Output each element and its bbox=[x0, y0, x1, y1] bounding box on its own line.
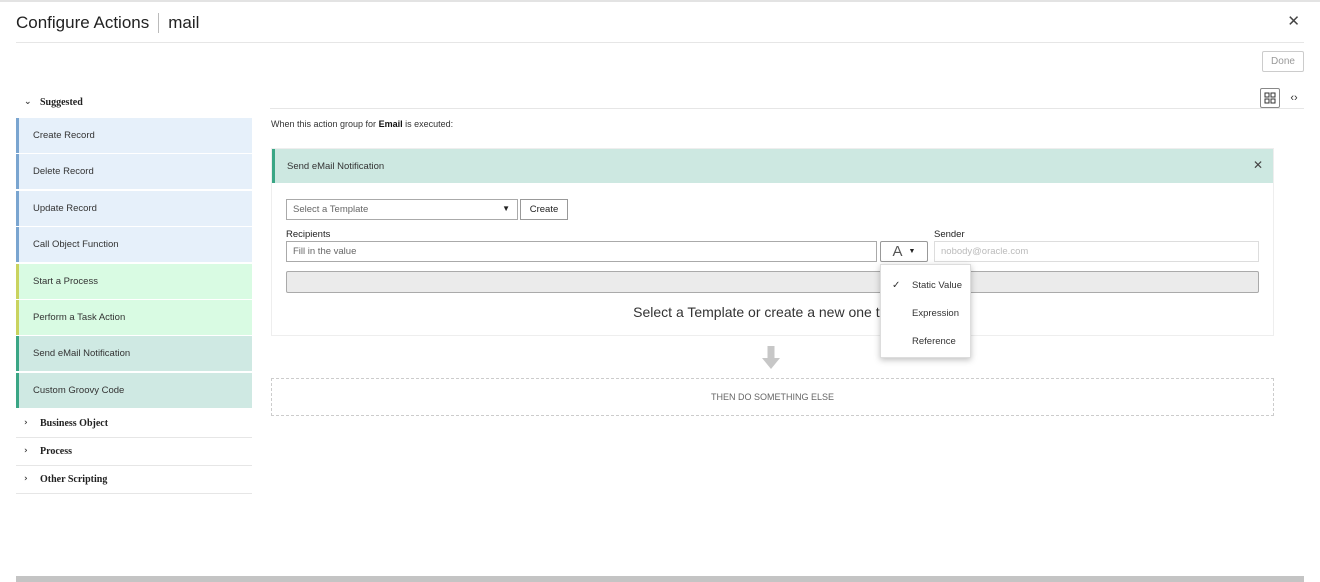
page-subtitle: mail bbox=[168, 13, 200, 32]
when-group-name: Email bbox=[378, 119, 403, 129]
template-select[interactable]: Select a Template ▼ bbox=[286, 199, 518, 220]
suggested-list: Create Record Delete Record Update Recor… bbox=[16, 118, 252, 408]
sidebar-item-send-email-notification[interactable]: Send eMail Notification bbox=[16, 336, 252, 372]
then-label: THEN DO SOMETHING ELSE bbox=[710, 392, 835, 402]
section-suggested[interactable]: ⌄ Suggested bbox=[16, 88, 252, 116]
title-separator bbox=[158, 13, 160, 33]
section-process[interactable]: › Process bbox=[16, 438, 252, 466]
code-icon[interactable]: ‹› bbox=[1286, 88, 1302, 108]
dropdown-option-label: Expression bbox=[912, 307, 959, 319]
sender-label: Sender bbox=[934, 229, 965, 240]
section-label: Suggested bbox=[40, 96, 83, 108]
sender-input[interactable]: nobody@oracle.com bbox=[934, 241, 1259, 262]
grid-view-icon[interactable] bbox=[1260, 88, 1280, 108]
arrow-down-icon bbox=[762, 346, 780, 369]
sidebar-item-label: Perform a Task Action bbox=[33, 311, 126, 323]
template-select-value: Select a Template bbox=[293, 204, 369, 215]
sidebar-item-update-record[interactable]: Update Record bbox=[16, 190, 252, 226]
grid-view-glyph bbox=[1264, 92, 1276, 104]
value-type-button[interactable]: A ▼ bbox=[880, 241, 928, 262]
sidebar-item-label: Custom Groovy Code bbox=[33, 384, 125, 396]
close-icon[interactable]: ✕ bbox=[1287, 12, 1300, 30]
caret-down-icon: ▼ bbox=[908, 248, 916, 255]
action-card-send-email: Send eMail Notification ✕ Select a Templ… bbox=[271, 148, 1274, 336]
sidebar-item-label: Update Record bbox=[33, 202, 97, 214]
then-do-something-else-dropzone[interactable]: THEN DO SOMETHING ELSE bbox=[271, 378, 1274, 416]
sidebar-item-start-process[interactable]: Start a Process bbox=[16, 263, 252, 299]
sidebar-item-label: Send eMail Notification bbox=[33, 348, 131, 360]
dropdown-option-static-value[interactable]: ✓ Static Value bbox=[881, 271, 970, 299]
sidebar-item-label: Delete Record bbox=[33, 166, 94, 178]
dropdown-option-label: Static Value bbox=[912, 279, 962, 291]
section-label: Business Object bbox=[40, 417, 109, 429]
main-divider bbox=[270, 108, 1304, 109]
actions-sidebar: ⌄ Suggested Create Record Delete Record … bbox=[16, 88, 252, 494]
template-hint-message: Select a Template or create a new one to… bbox=[633, 304, 914, 320]
top-border bbox=[0, 0, 1320, 2]
action-card-header[interactable]: Send eMail Notification ✕ bbox=[272, 149, 1273, 183]
close-icon[interactable]: ✕ bbox=[1253, 158, 1263, 172]
header-divider bbox=[16, 42, 1304, 43]
sender-placeholder: nobody@oracle.com bbox=[941, 246, 1029, 257]
recipients-label: Recipients bbox=[286, 229, 331, 240]
page-title: Configure Actions bbox=[16, 13, 150, 32]
sidebar-item-call-object-function[interactable]: Call Object Function bbox=[16, 227, 252, 263]
horizontal-scrollbar[interactable] bbox=[16, 576, 1304, 582]
sidebar-item-label: Create Record bbox=[33, 130, 95, 141]
sidebar-item-label: Call Object Function bbox=[33, 239, 119, 251]
text-type-icon: A bbox=[892, 243, 903, 260]
value-type-dropdown: ✓ Static Value Expression Reference bbox=[880, 264, 971, 358]
done-button[interactable]: Done bbox=[1262, 51, 1304, 72]
when-suffix: is executed: bbox=[402, 119, 454, 129]
caret-down-icon: ▼ bbox=[502, 204, 510, 213]
page-header: Configure Actions mail bbox=[16, 10, 199, 36]
chevron-down-icon: ⌄ bbox=[24, 97, 32, 107]
when-prefix: When this action group for bbox=[271, 119, 379, 129]
sidebar-item-custom-groovy-code[interactable]: Custom Groovy Code bbox=[16, 372, 252, 408]
dropdown-option-reference[interactable]: Reference bbox=[881, 327, 970, 355]
section-label: Process bbox=[40, 445, 73, 457]
action-group-description: When this action group for Email is exec… bbox=[271, 119, 453, 129]
dropdown-option-expression[interactable]: Expression bbox=[881, 299, 970, 327]
action-card-title: Send eMail Notification bbox=[287, 160, 385, 172]
create-template-button[interactable]: Create bbox=[520, 199, 568, 220]
recipients-input[interactable]: Fill in the value bbox=[286, 241, 877, 262]
check-icon: ✓ bbox=[892, 279, 901, 291]
sidebar-item-create-record[interactable]: Create Record bbox=[16, 118, 252, 153]
sidebar-item-perform-task-action[interactable]: Perform a Task Action bbox=[16, 299, 252, 335]
section-label: Other Scripting bbox=[40, 473, 108, 485]
chevron-right-icon: › bbox=[24, 474, 28, 485]
sidebar-item-delete-record[interactable]: Delete Record bbox=[16, 154, 252, 190]
recipients-placeholder: Fill in the value bbox=[293, 246, 357, 257]
sidebar-item-label: Start a Process bbox=[33, 275, 98, 287]
template-preview-bar bbox=[286, 271, 1259, 293]
dropdown-option-label: Reference bbox=[912, 335, 956, 347]
section-business-object[interactable]: › Business Object bbox=[16, 410, 252, 438]
chevron-right-icon: › bbox=[24, 418, 28, 429]
chevron-right-icon: › bbox=[24, 446, 28, 457]
section-other-scripting[interactable]: › Other Scripting bbox=[16, 466, 252, 494]
